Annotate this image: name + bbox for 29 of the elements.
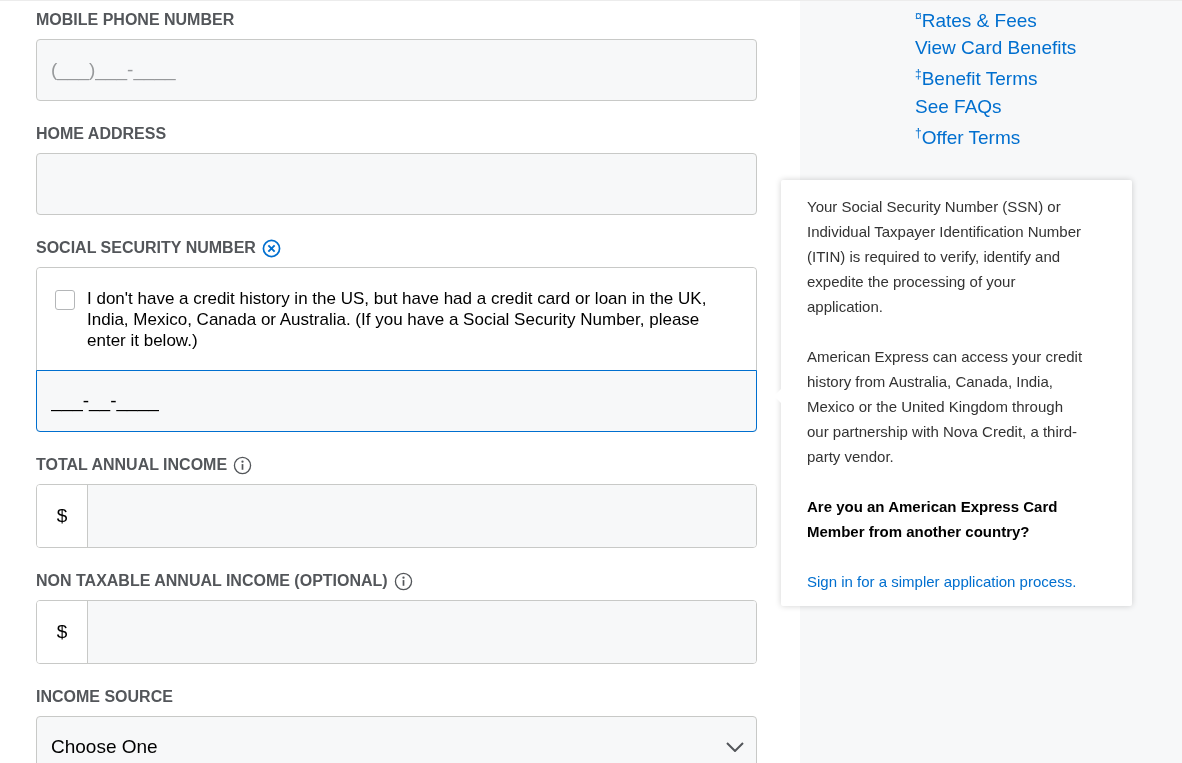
clear-icon[interactable] <box>261 238 281 258</box>
field-label: HOME ADDRESS <box>36 125 167 143</box>
chevron-down-icon <box>726 742 744 752</box>
address-field[interactable] <box>36 153 757 215</box>
field-label: INCOME SOURCE <box>36 688 173 706</box>
field-label: SOCIAL SECURITY NUMBER <box>36 239 256 257</box>
income-field[interactable]: $ <box>36 484 757 548</box>
ssn-field[interactable]: ___-__-____ <box>36 370 757 432</box>
tooltip-text: Your Social Security Number (SSN) or Individual Taxpayer Identification Number (ITIN) is required to verify, identify and expedite the processing of your application. <box>807 197 1083 317</box>
checkbox-label: I don't have a credit history in the US, but have had a credit card or loan in the UK, India, Mexico, Canada or Australia. (If you have a Social Security Number, please enter it below.) <box>87 288 708 351</box>
field-label: NON TAXABLE ANNUAL INCOME (OPTIONAL) <box>36 572 388 590</box>
sidebar-link[interactable]: $^{†}$Offer Terms <box>915 119 1182 151</box>
currency-prefix: $ <box>37 485 88 547</box>
phone-field[interactable]: (___)___-____ <box>36 39 757 101</box>
field-label: TOTAL ANNUAL INCOME <box>36 456 228 474</box>
sidebar-link[interactable]: See FAQs <box>915 92 1182 120</box>
tooltip-text: American Express can access your credit history from Australia, Canada, India, Mexico or the United Kingdom through our partnership with Nova Credit, a third-party vendor. <box>807 347 1084 467</box>
tooltip-question: Are you an American Express Card Member from another country? <box>807 497 1059 542</box>
sidebar-link[interactable]: View Card Benefits <box>915 34 1182 62</box>
sidebar-link[interactable]: $^{‡}$Benefit Terms <box>915 61 1182 93</box>
info-icon[interactable] <box>233 455 253 475</box>
income-source-select[interactable]: Choose One <box>36 716 757 763</box>
currency-prefix: $ <box>37 601 88 663</box>
info-icon[interactable] <box>393 571 413 591</box>
sign-in-link[interactable]: Sign in for a simpler application process. <box>807 569 1086 594</box>
checkbox[interactable] <box>55 290 75 310</box>
income-field[interactable]: $ <box>36 600 757 664</box>
sidebar-link[interactable]: $^{¤}$Rates & Fees <box>915 3 1182 35</box>
field-label: MOBILE PHONE NUMBER <box>36 11 235 29</box>
